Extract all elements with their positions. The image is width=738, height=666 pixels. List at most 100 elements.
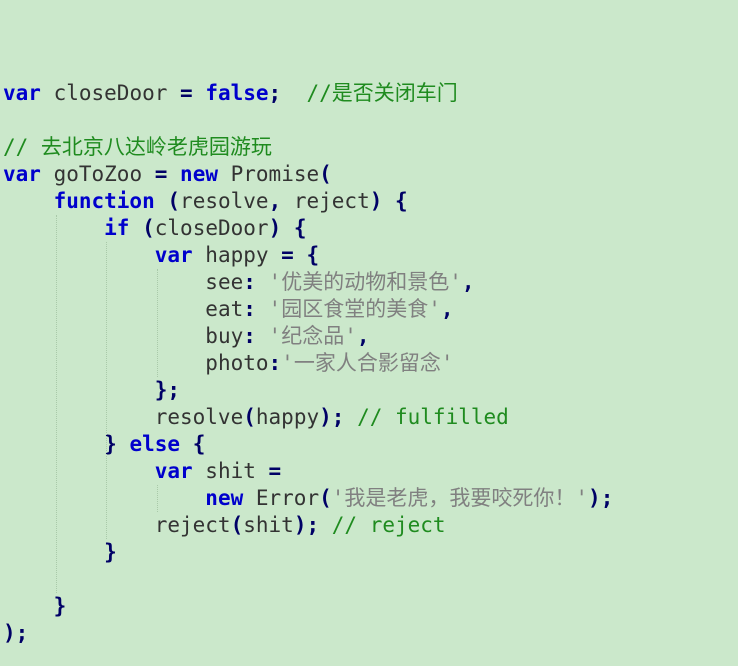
identifier-token: closeDoor — [40, 81, 181, 105]
keyword-token: if — [104, 216, 130, 240]
identifier-token — [193, 81, 206, 105]
punctuation-token: ( — [243, 405, 256, 429]
keyword-token: var — [3, 162, 41, 186]
identifier-token — [3, 432, 104, 456]
identifier-token: buy — [205, 324, 244, 348]
code-line: // 去北京八达岭老虎园游玩 — [3, 134, 738, 161]
punctuation-token: = — [154, 162, 168, 186]
punctuation-token: } — [53, 594, 67, 618]
identifier-token — [117, 432, 130, 456]
punctuation-token: ( — [319, 486, 332, 510]
code-line: resolve(happy); // fulfilled — [3, 404, 738, 431]
comment-token: // reject — [331, 513, 446, 537]
code-block: var closeDoor = false; //是否关闭车门 // 去北京八达岭… — [3, 53, 738, 647]
punctuation-token: } — [104, 540, 117, 564]
identifier-token — [319, 513, 332, 537]
code-line: photo:'一家人合影留念' — [3, 350, 738, 377]
indent-guide — [156, 485, 158, 512]
indent-guide — [156, 269, 158, 377]
string-token: '我是老虎，我要咬死你！' — [331, 486, 589, 510]
code-line: ); — [3, 620, 738, 647]
punctuation-token: { — [306, 243, 320, 267]
identifier-token: see — [205, 270, 244, 294]
punctuation-token: ) — [588, 486, 601, 510]
identifier-token — [3, 459, 155, 483]
keyword-token: false — [205, 81, 269, 105]
identifier-token: resolve — [154, 405, 244, 429]
keyword-token: var — [154, 459, 193, 483]
punctuation-token: { — [395, 189, 408, 213]
identifier-token — [3, 216, 104, 240]
identifier-token: reject — [281, 189, 370, 213]
punctuation-token: : — [243, 297, 256, 321]
keyword-token: var — [154, 243, 193, 267]
identifier-token — [3, 189, 54, 213]
identifier-token: shit — [192, 459, 269, 483]
identifier-token — [281, 216, 294, 240]
identifier-token — [3, 297, 205, 321]
keyword-token: var — [3, 81, 41, 105]
code-line: reject(shit); // reject — [3, 512, 738, 539]
identifier-token: photo — [205, 351, 269, 375]
keyword-token: function — [53, 189, 155, 213]
identifier-token — [167, 162, 180, 186]
code-line: buy: '纪念品', — [3, 323, 738, 350]
punctuation-token: , — [268, 189, 282, 213]
identifier-token — [382, 189, 395, 213]
identifier-token — [256, 270, 269, 294]
identifier-token: resolve — [180, 189, 269, 213]
punctuation-token: , — [440, 297, 454, 321]
identifier-token: closeDoor — [154, 216, 269, 240]
code-line: var happy = { — [3, 242, 738, 269]
punctuation-token: ; — [167, 378, 181, 402]
code-line: eat: '园区食堂的美食', — [3, 296, 738, 323]
punctuation-token: : — [268, 351, 282, 375]
punctuation-token: ( — [167, 189, 181, 213]
indent-guide — [106, 242, 108, 539]
string-token: '优美的动物和景色' — [268, 270, 462, 294]
code-line: var closeDoor = false; //是否关闭车门 — [3, 80, 738, 107]
code-line: var shit = — [3, 458, 738, 485]
identifier-token: Promise — [217, 162, 320, 186]
punctuation-token: = — [268, 459, 282, 483]
identifier-token: eat — [205, 297, 244, 321]
identifier-token — [3, 351, 205, 375]
identifier-token — [3, 540, 104, 564]
code-line: } else { — [3, 431, 738, 458]
identifier-token — [3, 486, 205, 510]
punctuation-token: = — [180, 81, 193, 105]
punctuation-token: : — [243, 270, 256, 294]
punctuation-token: ( — [319, 162, 332, 186]
identifier-token: happy — [255, 405, 320, 429]
comment-token: // 去北京八达岭老虎园游玩 — [3, 135, 272, 159]
identifier-token — [3, 513, 155, 537]
string-token: '一家人合影留念' — [281, 351, 454, 375]
identifier-token — [294, 243, 307, 267]
identifier-token: shit — [243, 513, 294, 537]
code-line: if (closeDoor) { — [3, 215, 738, 242]
keyword-token: new — [205, 486, 244, 510]
code-line: new Error('我是老虎，我要咬死你！'); — [3, 485, 738, 512]
punctuation-token: = — [281, 243, 294, 267]
identifier-token: Error — [243, 486, 320, 510]
identifier-token — [3, 405, 155, 429]
punctuation-token: } — [154, 378, 168, 402]
identifier-token — [155, 189, 168, 213]
identifier-token — [180, 432, 193, 456]
identifier-token — [3, 324, 205, 348]
punctuation-token: ; — [600, 486, 614, 510]
punctuation-token: ) — [3, 621, 16, 645]
identifier-token — [344, 405, 357, 429]
string-token: '园区食堂的美食' — [268, 297, 441, 321]
punctuation-token: , — [461, 270, 475, 294]
punctuation-token: { — [192, 432, 206, 456]
punctuation-token: ) — [293, 513, 307, 537]
identifier-token — [3, 594, 54, 618]
string-token: '纪念品' — [268, 324, 357, 348]
code-line: function (resolve, reject) { — [3, 188, 738, 215]
code-line: }; — [3, 377, 738, 404]
code-line: } — [3, 539, 738, 566]
identifier-token — [281, 81, 306, 105]
